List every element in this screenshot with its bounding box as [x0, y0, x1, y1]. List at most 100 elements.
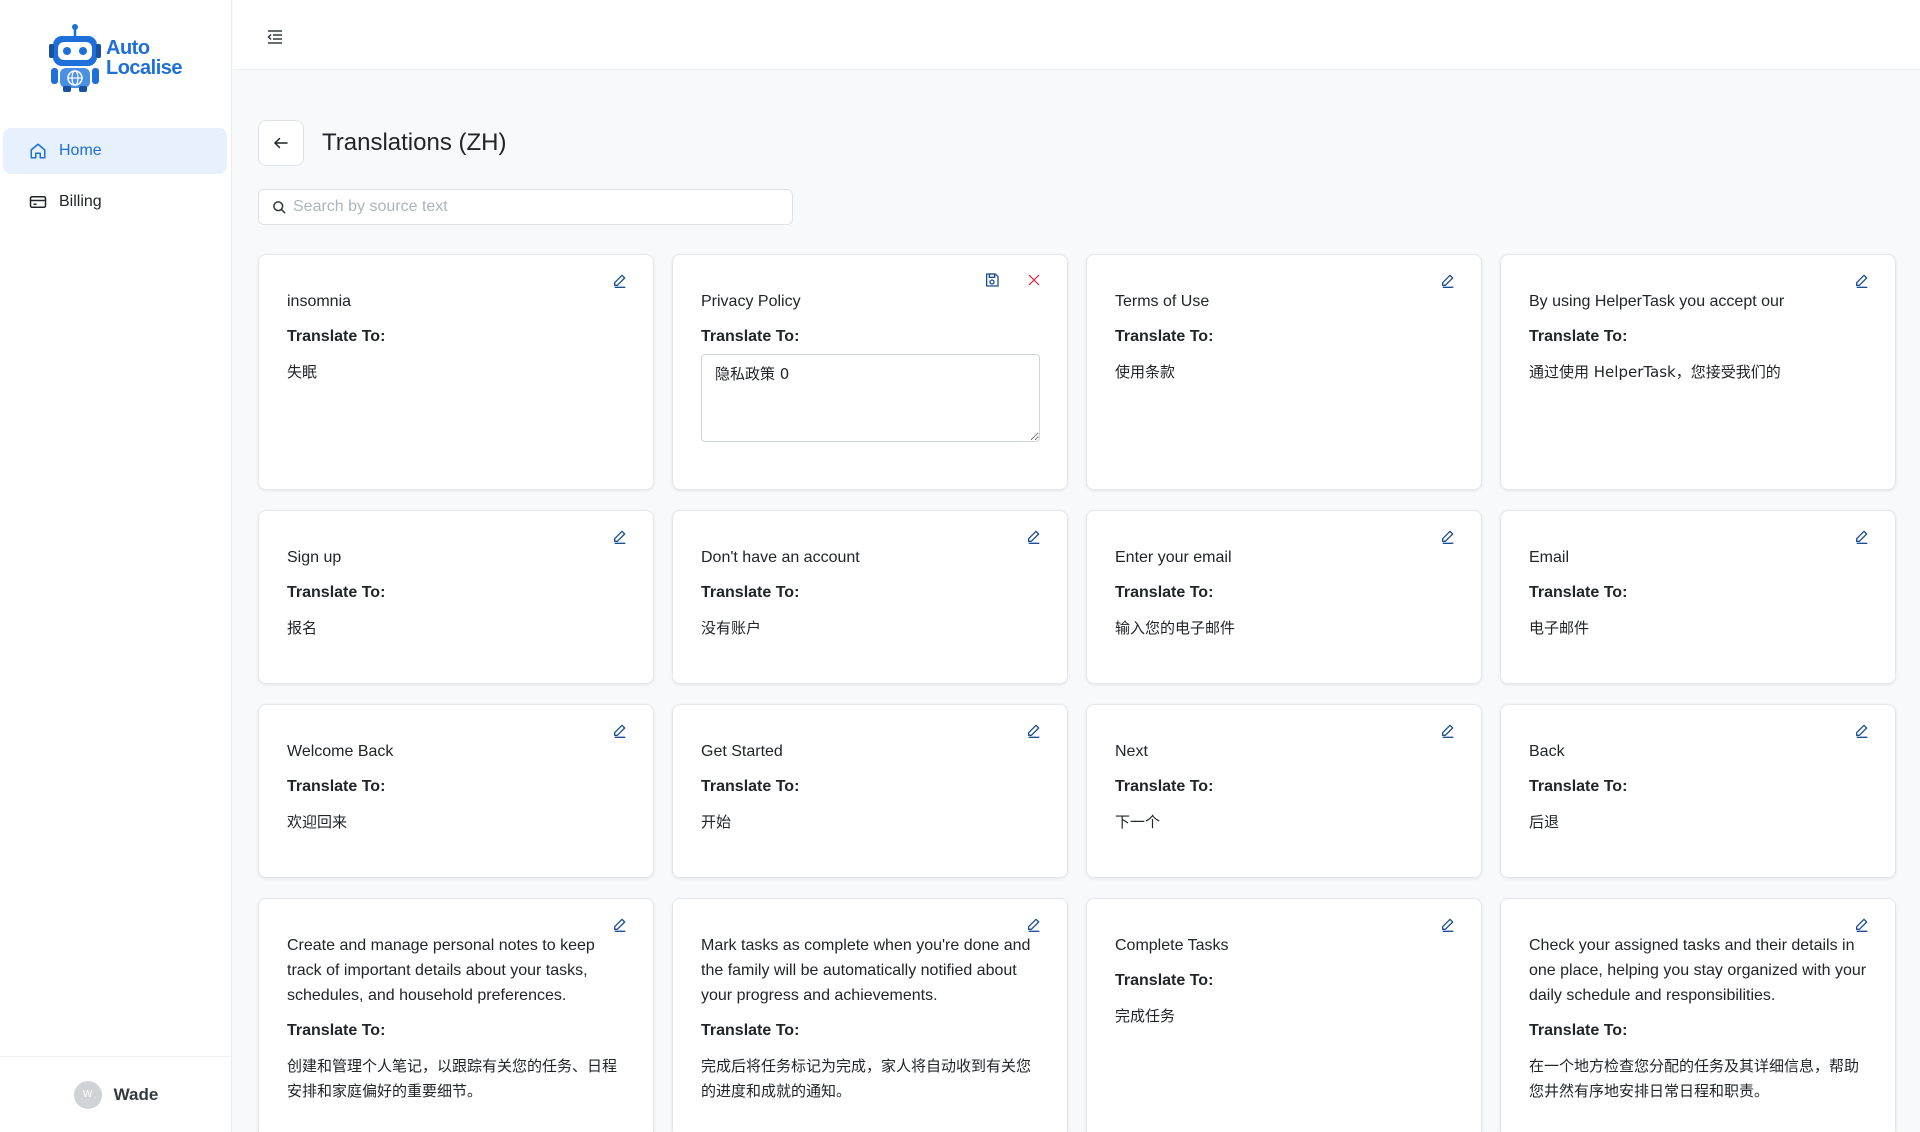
- card-actions: [1007, 715, 1049, 745]
- translation-text: 后退: [1529, 813, 1560, 831]
- translate-to-label: Translate To:: [701, 328, 800, 345]
- translation-text: 完成任务: [1115, 1007, 1176, 1025]
- card-actions: [1421, 521, 1463, 551]
- page-title: Translations (ZH): [322, 129, 507, 156]
- pencil-icon: [1442, 274, 1454, 288]
- translation-card: Privacy Policy Translate To:: [672, 254, 1068, 490]
- translation-card: By using HelperTask you accept our Transl…: [1500, 254, 1896, 490]
- page-header: Translations (ZH): [258, 120, 506, 166]
- translation-card: Don't have an account Translate To: 没有账户: [672, 510, 1068, 684]
- logo-text: Auto Localise: [106, 37, 183, 79]
- translate-to-label: Translate To:: [1529, 778, 1628, 795]
- card-actions: [1835, 715, 1877, 745]
- edit-button[interactable]: [1433, 265, 1463, 295]
- sidebar-item-home[interactable]: Home: [3, 128, 227, 174]
- edit-button[interactable]: [605, 265, 635, 295]
- pencil-icon: [1028, 530, 1040, 544]
- source-text: insomnia: [287, 293, 352, 310]
- translate-to-label: Translate To:: [1115, 584, 1214, 601]
- pencil-icon: [1856, 530, 1868, 544]
- search-icon: [273, 200, 286, 214]
- edit-button[interactable]: [1019, 715, 1049, 745]
- pencil-icon: [1856, 274, 1868, 288]
- save-button[interactable]: [977, 265, 1007, 295]
- translation-text: 在一个地方检查您分配的任务及其详细信息，帮助您井然有序地安排日常日程和职责。: [1529, 1057, 1860, 1100]
- edit-button[interactable]: [1847, 265, 1877, 295]
- pencil-icon: [614, 274, 626, 288]
- card-actions: [593, 521, 635, 551]
- sidebar-item-label: Home: [59, 142, 102, 159]
- edit-button[interactable]: [1433, 521, 1463, 551]
- source-text: Enter your email: [1115, 549, 1232, 566]
- edit-button[interactable]: [1847, 909, 1877, 939]
- pencil-icon: [1856, 724, 1868, 738]
- translation-text: 使用条款: [1115, 363, 1176, 381]
- card-actions: [1421, 909, 1463, 939]
- pencil-icon: [1856, 918, 1868, 932]
- logo-text-line2: Localise: [106, 57, 183, 79]
- app-logo[interactable]: Auto Localise: [48, 24, 183, 92]
- source-text: Complete Tasks: [1115, 937, 1229, 954]
- save-icon: [986, 273, 999, 287]
- source-text: Terms of Use: [1115, 293, 1210, 310]
- credit-card-icon: [29, 196, 47, 208]
- edit-button[interactable]: [1433, 909, 1463, 939]
- edit-button[interactable]: [605, 909, 635, 939]
- close-icon: [1028, 274, 1040, 286]
- translation-text: 输入您的电子邮件: [1115, 619, 1236, 637]
- sidebar-toggle-button[interactable]: [267, 30, 283, 49]
- translate-to-label: Translate To:: [287, 1022, 386, 1039]
- translation-text: 报名: [287, 619, 318, 637]
- cancel-button[interactable]: [1019, 265, 1049, 295]
- translation-textarea[interactable]: [701, 354, 1040, 442]
- translation-text: 电子邮件: [1529, 619, 1590, 637]
- translate-to-label: Translate To:: [701, 778, 800, 795]
- edit-button[interactable]: [1433, 715, 1463, 745]
- source-text: Get Started: [701, 743, 783, 760]
- card-actions: [593, 715, 635, 745]
- edit-button[interactable]: [605, 715, 635, 745]
- source-text: Back: [1529, 743, 1565, 760]
- pencil-icon: [1442, 918, 1454, 932]
- edit-button[interactable]: [1847, 521, 1877, 551]
- translation-text: 下一个: [1115, 813, 1161, 831]
- logo-text-line1: Auto: [106, 37, 150, 59]
- edit-button[interactable]: [1019, 909, 1049, 939]
- card-actions: [965, 265, 1049, 295]
- translation-text: 没有账户: [701, 619, 762, 637]
- pencil-icon: [614, 918, 626, 932]
- translation-text: 欢迎回来: [287, 813, 348, 831]
- card-actions: [593, 265, 635, 295]
- translation-card: Terms of Use Translate To: 使用条款: [1086, 254, 1482, 490]
- translation-text: 通过使用 HelperTask，您接受我们的: [1529, 363, 1781, 381]
- translation-card: Welcome Back Translate To: 欢迎回来: [258, 704, 654, 878]
- sidebar: Auto Localise Home Billing W Wade: [0, 0, 232, 1132]
- translation-text: 开始: [701, 813, 732, 831]
- source-text: Don't have an account: [701, 549, 860, 566]
- edit-button[interactable]: [605, 521, 635, 551]
- translation-card: Back Translate To: 后退: [1500, 704, 1896, 878]
- home-icon: [30, 143, 46, 159]
- translation-text: 失眠: [287, 363, 318, 381]
- source-text: Email: [1529, 549, 1570, 566]
- source-text: Sign up: [287, 549, 342, 566]
- translate-to-label: Translate To:: [1115, 972, 1214, 989]
- translation-card: Check your assigned tasks and their deta…: [1500, 898, 1896, 1132]
- robot-logo-icon: [49, 24, 101, 92]
- top-bar: [233, 0, 1920, 70]
- sidebar-item-billing[interactable]: Billing: [3, 179, 227, 225]
- translation-card: Get Started Translate To: 开始: [672, 704, 1068, 878]
- source-text: Check your assigned tasks and their deta…: [1529, 937, 1867, 1004]
- card-actions: [1421, 265, 1463, 295]
- edit-button[interactable]: [1847, 715, 1877, 745]
- translation-card: Next Translate To: 下一个: [1086, 704, 1482, 878]
- translation-card: Create and manage personal notes to keep…: [258, 898, 654, 1132]
- search-box: [258, 189, 793, 225]
- back-button[interactable]: [258, 120, 304, 166]
- pencil-icon: [614, 530, 626, 544]
- source-text: Welcome Back: [287, 743, 394, 760]
- search-input[interactable]: [293, 198, 783, 216]
- edit-button[interactable]: [1019, 521, 1049, 551]
- menu-collapse-icon: [267, 30, 282, 44]
- user-menu[interactable]: W Wade: [0, 1056, 232, 1132]
